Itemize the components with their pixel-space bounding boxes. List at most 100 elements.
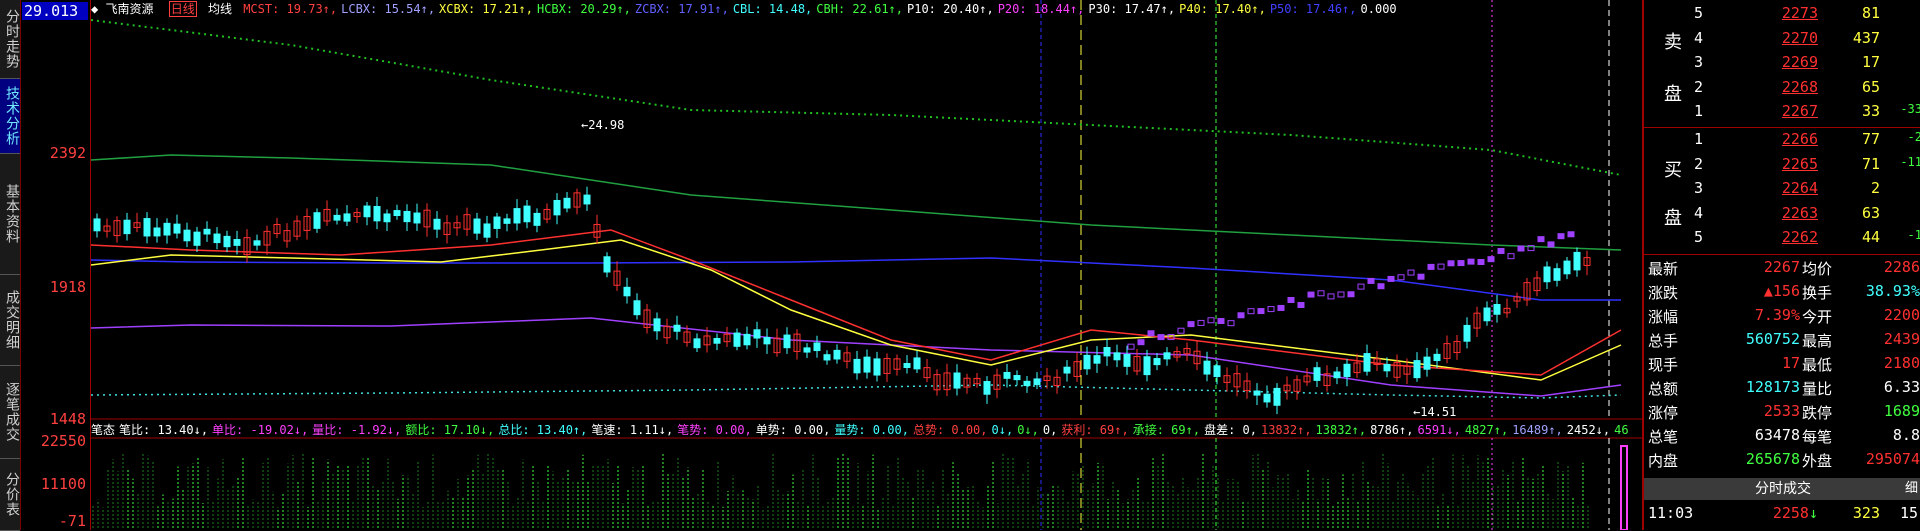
sell-level-row[interactable]: 2 2268 65 bbox=[1644, 78, 1920, 102]
stat-v1: ▲156 bbox=[1763, 282, 1800, 300]
indicator-value: MCST: 19.73↑, bbox=[243, 2, 338, 16]
candle-body bbox=[983, 381, 991, 395]
tick-price-value: 2258 bbox=[1772, 504, 1809, 522]
buy-level-row[interactable]: 4 2263 63 bbox=[1644, 204, 1920, 228]
sub-indicator-value: 4827↑, bbox=[1464, 423, 1509, 437]
sub-indicator-header: 笔态 笔比: 13.40↓, 单比: -19.02↓, 量比: -1.92↓, 额比: … bbox=[91, 421, 1637, 439]
stat-v1: 560752 bbox=[1745, 330, 1800, 348]
indicator-value: XCBX: 17.21↑, bbox=[439, 2, 533, 16]
candle-body bbox=[143, 218, 151, 237]
sub-indicator-values: 笔态 笔比: 13.40↓, 单比: -19.02↓, 量比: -1.92↓, 额比: … bbox=[91, 423, 1633, 437]
chip-marker bbox=[1317, 290, 1325, 297]
candle-body bbox=[383, 213, 391, 223]
candle-body bbox=[1543, 266, 1551, 283]
tab-time-sharing[interactable]: 分时走势 bbox=[0, 0, 20, 79]
sell-level-row[interactable]: 3 2269 17 bbox=[1644, 53, 1920, 77]
candle-body bbox=[1093, 355, 1101, 364]
buy-level-row[interactable]: 1 2266 77 -2 bbox=[1644, 130, 1920, 154]
stat-v1: 2533 bbox=[1763, 402, 1800, 420]
buy-volume: 63 bbox=[1861, 203, 1880, 222]
stat-k1: 最新 bbox=[1648, 260, 1679, 278]
detail-button[interactable]: 细 bbox=[1905, 478, 1918, 500]
chip-marker bbox=[1267, 306, 1275, 313]
lower-cost-line bbox=[91, 384, 1622, 399]
tick-time: 11:03 bbox=[1648, 504, 1694, 522]
tab-price-table[interactable]: 分价表 bbox=[0, 459, 20, 531]
candle-body bbox=[753, 329, 761, 339]
low-annotation-value: 14.51 bbox=[1420, 405, 1457, 419]
buy-price: 2264 bbox=[1781, 179, 1818, 197]
sell-level-row[interactable]: 5 2273 81 bbox=[1644, 4, 1920, 28]
cursor-price-readout: 29.013 bbox=[22, 2, 88, 20]
stat-k1: 内盘 bbox=[1648, 452, 1679, 470]
stat-row: 涨跌 ▲156 换手 38.93% bbox=[1644, 282, 1920, 306]
sell-level-row[interactable]: 1 2267 33 -33 bbox=[1644, 102, 1920, 126]
tab-technical-analysis[interactable]: 技术分析 bbox=[0, 79, 20, 154]
sub-indicator-value: 13832↑, bbox=[1315, 423, 1367, 437]
volume-axis-label: -71 bbox=[58, 512, 86, 530]
stat-k1: 总笔 bbox=[1648, 428, 1679, 446]
stat-k2: 均价 bbox=[1802, 260, 1833, 278]
candle-body bbox=[253, 240, 261, 246]
tick-row: 11:03 2258↓ 323 15 bbox=[1644, 504, 1920, 526]
tab-trade-details[interactable]: 成交明细 bbox=[0, 275, 20, 366]
sub-indicator-value: 笔比: 13.40↓, bbox=[119, 423, 209, 437]
candle-body bbox=[1023, 380, 1031, 387]
chip-marker bbox=[1407, 269, 1415, 276]
buy-volume: 2 bbox=[1870, 179, 1880, 197]
candle-body bbox=[903, 363, 911, 369]
buy-level: 5 bbox=[1694, 228, 1704, 246]
left-tab-bar: 分时走势 技术分析 基本资料 成交明细 逐笔成交 分价表 bbox=[0, 0, 21, 531]
candle-body bbox=[493, 216, 501, 229]
candle-body bbox=[733, 332, 741, 347]
kline-chart[interactable]: ◆ 飞南资源 日线 均线 MCST: 19.73↑, LCBX: 15.54↑, X… bbox=[91, 0, 1642, 530]
buy-level-row[interactable]: 3 2264 2 bbox=[1644, 179, 1920, 203]
chip-marker bbox=[1217, 318, 1225, 325]
tick-count: 15 bbox=[1899, 504, 1918, 522]
kline-chart-canvas[interactable] bbox=[91, 0, 1642, 530]
sub-indicator-value: 8786↑, bbox=[1370, 423, 1414, 437]
chip-marker bbox=[1307, 291, 1315, 298]
stat-k2: 最低 bbox=[1802, 356, 1833, 374]
candle-body bbox=[1063, 366, 1071, 374]
tab-fundamentals[interactable]: 基本资料 bbox=[0, 154, 20, 275]
chip-marker bbox=[1457, 260, 1465, 267]
chip-marker bbox=[1197, 319, 1205, 326]
candle-body bbox=[693, 338, 701, 349]
ma-mode-selector[interactable]: 均线 bbox=[208, 2, 232, 16]
stat-row: 总手 560752 最高 2439 bbox=[1644, 330, 1920, 354]
buy-level-row[interactable]: 2 2265 71 -11 bbox=[1644, 155, 1920, 179]
sub-indicator-value: 6591↓, bbox=[1417, 423, 1461, 437]
candle-body bbox=[1113, 352, 1121, 361]
indicator-value: P50: 17.46↑, bbox=[1269, 2, 1357, 16]
tab-tick-trades[interactable]: 逐笔成交 bbox=[0, 366, 20, 459]
sell-level-row[interactable]: 4 2270 437 bbox=[1644, 29, 1920, 53]
buy-level-row[interactable]: 5 2262 44 -1 bbox=[1644, 228, 1920, 252]
stat-row: 总笔 63478 每笔 8.8 bbox=[1644, 426, 1920, 450]
candle-body bbox=[1343, 363, 1351, 378]
tick-trades-button[interactable]: 分时成交 细 bbox=[1644, 478, 1920, 500]
chip-marker bbox=[1497, 248, 1505, 255]
candle-body bbox=[823, 354, 831, 361]
sell-volume: 437 bbox=[1852, 28, 1880, 47]
chip-marker bbox=[1137, 339, 1145, 346]
candle-body bbox=[1553, 268, 1561, 281]
chip-marker bbox=[1517, 245, 1525, 252]
stats-divider bbox=[1644, 254, 1920, 255]
candle-body bbox=[183, 229, 191, 242]
chip-marker bbox=[1567, 231, 1575, 238]
candle-body bbox=[413, 212, 421, 224]
chip-marker bbox=[1287, 296, 1295, 303]
sell-level: 2 bbox=[1694, 77, 1704, 96]
candle-body bbox=[403, 210, 411, 223]
chip-marker bbox=[1187, 321, 1195, 328]
indicator-value: P20: 18.44↑, bbox=[997, 2, 1085, 16]
period-selector[interactable]: 日线 bbox=[168, 1, 197, 17]
candle-body bbox=[503, 218, 511, 224]
high-annotation: ←24.98 bbox=[581, 118, 625, 132]
candle-body bbox=[1143, 356, 1151, 376]
candle-body bbox=[393, 210, 401, 217]
buy-price: 2263 bbox=[1781, 203, 1818, 222]
tick-trades-label: 分时成交 bbox=[1755, 481, 1811, 497]
candle-body bbox=[1103, 346, 1111, 357]
